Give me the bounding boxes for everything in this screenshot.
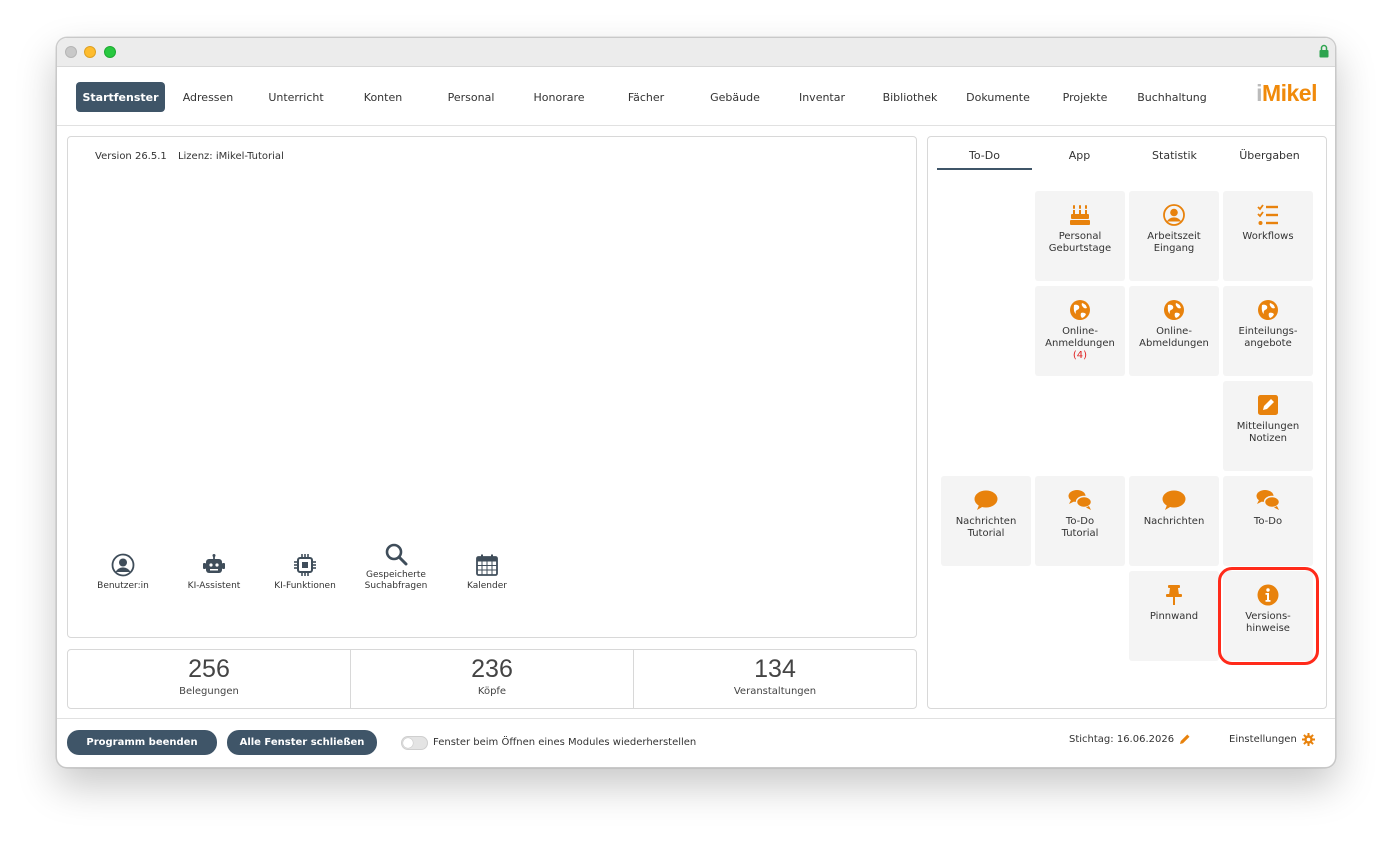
version-label: Version 26.5.1 — [95, 151, 167, 162]
gear-icon — [1301, 733, 1315, 746]
menu-item-gebaeude[interactable]: Gebäude — [702, 82, 768, 112]
stat-veranstaltungen: 134 Veranstaltungen — [733, 655, 817, 697]
chat-bubbles-icon — [1068, 490, 1092, 510]
imikel-logo: iMikel — [1256, 80, 1317, 106]
globe-icon — [1258, 300, 1278, 320]
menu-item-buchhaltung[interactable]: Buchhaltung — [1135, 82, 1209, 112]
close-window-button[interactable] — [65, 46, 77, 58]
main-menu: Startfenster Adressen Unterricht Konten … — [57, 67, 1335, 126]
menu-item-dokumente[interactable]: Dokumente — [964, 82, 1032, 112]
menu-item-projekte[interactable]: Projekte — [1053, 82, 1117, 112]
user-circle-icon — [1163, 204, 1185, 226]
tool-kalender[interactable]: Kalender — [447, 553, 527, 592]
menu-item-honorare[interactable]: Honorare — [525, 82, 593, 112]
edit-note-icon — [1258, 395, 1278, 415]
tile-online-anmeldungen[interactable]: Online- Anmeldungen (4) — [1035, 286, 1125, 376]
search-icon — [385, 543, 408, 566]
birthday-cake-icon — [1070, 205, 1090, 225]
tab-statistik[interactable]: Statistik — [1127, 149, 1222, 162]
tile-mitteilungen-notizen[interactable]: Mitteilungen Notizen — [1223, 381, 1313, 471]
menu-item-unterricht[interactable]: Unterricht — [261, 82, 331, 112]
tile-versionshinweise[interactable]: Versions- hinweise — [1223, 571, 1313, 661]
robot-icon — [203, 554, 225, 573]
tile-todo-tutorial[interactable]: To-Do Tutorial — [1035, 476, 1125, 566]
settings-button[interactable]: Einstellungen — [1229, 733, 1315, 746]
title-bar — [57, 38, 1335, 67]
tile-nachrichten-tutorial[interactable]: Nachrichten Tutorial — [941, 476, 1031, 566]
menu-item-startfenster[interactable]: Startfenster — [76, 82, 165, 112]
tile-nachrichten[interactable]: Nachrichten — [1129, 476, 1219, 566]
calendar-icon — [476, 554, 498, 576]
tile-workflows[interactable]: Workflows — [1223, 191, 1313, 281]
tab-app[interactable]: App — [1032, 149, 1127, 162]
menu-item-personal[interactable]: Personal — [438, 82, 504, 112]
restore-windows-toggle[interactable] — [401, 736, 428, 750]
close-all-windows-button[interactable]: Alle Fenster schließen — [227, 730, 377, 755]
quit-program-button[interactable]: Programm beenden — [67, 730, 217, 755]
maximize-window-button[interactable] — [104, 46, 116, 58]
chat-bubble-icon — [974, 490, 998, 510]
chat-bubbles-icon — [1256, 490, 1280, 510]
tab-uebergaben[interactable]: Übergaben — [1222, 149, 1317, 162]
pencil-icon — [1180, 734, 1190, 744]
toggle-knob — [403, 738, 413, 748]
tab-todo[interactable]: To-Do — [937, 149, 1032, 170]
version-info: Version 26.5.1 Lizenz: iMikel-Tutorial — [95, 151, 292, 162]
license-label: Lizenz: iMikel-Tutorial — [177, 151, 284, 162]
stats-bar: 256 Belegungen 236 Köpfe 134 Veranstaltu… — [67, 649, 917, 709]
menu-item-konten[interactable]: Konten — [351, 82, 415, 112]
tool-gespeicherte-suchabfragen[interactable]: Gespeicherte Suchabfragen — [356, 542, 436, 592]
info-icon — [1257, 584, 1279, 606]
tile-einteilungsangebote[interactable]: Einteilungs- angebote — [1223, 286, 1313, 376]
menu-item-faecher[interactable]: Fächer — [614, 82, 678, 112]
user-icon — [111, 553, 135, 577]
stat-koepfe: 236 Köpfe — [351, 650, 634, 708]
anmeldungen-count-badge: (4) — [1072, 350, 1088, 361]
chip-icon — [294, 554, 316, 576]
menu-item-adressen[interactable]: Adressen — [175, 82, 241, 112]
tile-pinnwand[interactable]: Pinnwand — [1129, 571, 1219, 661]
menu-item-bibliothek[interactable]: Bibliothek — [877, 82, 943, 112]
tile-arbeitszeit-eingang[interactable]: Arbeitszeit Eingang — [1129, 191, 1219, 281]
pushpin-icon — [1166, 585, 1182, 605]
globe-icon — [1070, 300, 1090, 320]
start-panel: Version 26.5.1 Lizenz: iMikel-Tutorial B… — [67, 136, 917, 638]
app-window: Startfenster Adressen Unterricht Konten … — [56, 37, 1336, 768]
tool-ki-assistent[interactable]: KI-Assistent — [174, 553, 254, 592]
tile-todo[interactable]: To-Do — [1223, 476, 1313, 566]
stat-belegungen: 256 Belegungen — [68, 650, 351, 708]
tool-benutzer[interactable]: Benutzer:in — [83, 553, 163, 592]
tile-personal-geburtstage[interactable]: Personal Geburtstage — [1035, 191, 1125, 281]
chat-bubble-icon — [1162, 490, 1186, 510]
footer-bar: Programm beenden Alle Fenster schließen … — [57, 718, 1335, 767]
minimize-window-button[interactable] — [84, 46, 96, 58]
stichtag-date[interactable]: Stichtag: 16.06.2026 — [1069, 733, 1191, 745]
lock-icon — [1319, 44, 1329, 58]
restore-windows-label: Fenster beim Öffnen eines Modules wieder… — [433, 737, 697, 748]
todo-panel: To-Do App Statistik Übergaben Personal G… — [927, 136, 1327, 709]
tool-ki-funktionen[interactable]: KI-Funktionen — [265, 553, 345, 592]
checklist-icon — [1257, 204, 1278, 225]
globe-icon — [1164, 300, 1184, 320]
tile-online-abmeldungen[interactable]: Online- Abmeldungen — [1129, 286, 1219, 376]
menu-item-inventar[interactable]: Inventar — [790, 82, 854, 112]
